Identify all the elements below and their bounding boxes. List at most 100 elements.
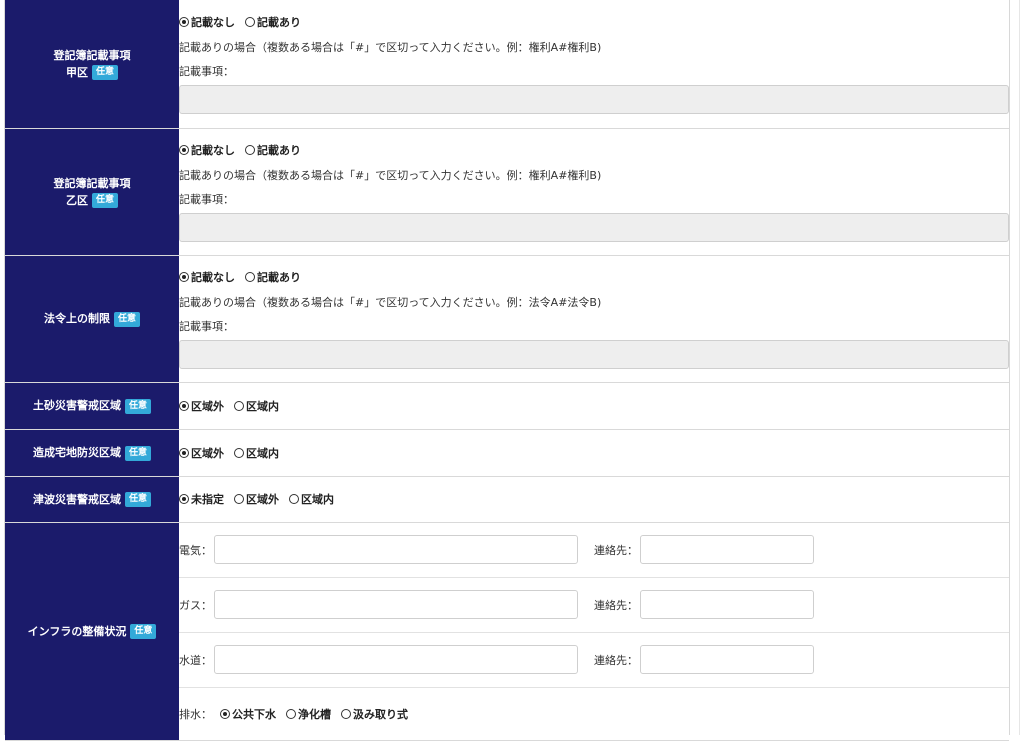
hourei-text-field[interactable]: [179, 339, 1009, 369]
form-frame: 登記簿記載事項 甲区 任意 記載なし 記載あり 記載ありの場合（複数ある場合は「#…: [0, 0, 1024, 741]
content-otsuku: 記載なし 記載あり 記載ありの場合（複数ある場合は「#」で区切って入力ください。…: [179, 128, 1009, 256]
radio-label: 公共下水: [232, 707, 276, 721]
optional-badge: 任意: [124, 492, 151, 507]
scroll-track-line: [1019, 0, 1020, 735]
radio-zousei-in[interactable]: 区域内: [234, 445, 279, 461]
drain-label: 排水：: [179, 707, 212, 721]
radio-label: 記載なし: [191, 15, 235, 29]
label-otsuku-line2: 乙区: [65, 193, 88, 207]
suidou-contact-label: 連絡先：: [594, 653, 638, 667]
label-kouku-line1: 登記簿記載事項: [53, 48, 131, 62]
radio-hourei-nashi[interactable]: 記載なし: [179, 269, 235, 285]
radio-zousei-out[interactable]: 区域外: [179, 445, 224, 461]
note-kouku: 記載ありの場合（複数ある場合は「#」で区切って入力ください。例：権利A#権利B): [179, 40, 602, 54]
label-dosha: 土砂災害警戒区域 任意: [5, 382, 179, 430]
radio-unchecked-icon: [286, 708, 296, 719]
optional-badge: 任意: [130, 624, 157, 639]
optional-badge: 任意: [91, 193, 118, 208]
radio-kouku-ari[interactable]: 記載あり: [245, 14, 301, 30]
radio-checked-icon: [179, 400, 189, 411]
radio-label: 区域外: [246, 493, 279, 506]
kouku-text-field[interactable]: [179, 84, 1009, 114]
radio-group-zousei: 区域外 区域内: [179, 445, 1009, 461]
label-zousei-text: 造成宅地防災区域: [32, 446, 121, 459]
denki-contact-input[interactable]: [640, 535, 814, 564]
radio-dosha-out[interactable]: 区域外: [179, 398, 224, 414]
infra-row-suidou: 水道： 連絡先：: [179, 631, 1009, 687]
denki-contact-label: 連絡先：: [594, 543, 638, 557]
radio-label: 区域内: [246, 399, 279, 413]
radio-label: 記載あり: [257, 270, 301, 284]
optional-badge: 任意: [91, 65, 118, 81]
radio-checked-icon: [179, 144, 189, 155]
content-hourei: 記載なし 記載あり 記載ありの場合（複数ある場合は「#」で区切って入力ください。…: [179, 255, 1009, 383]
radio-label: 記載あり: [257, 143, 301, 157]
gas-contact-input[interactable]: [640, 590, 814, 619]
radio-drain-septic[interactable]: 浄化槽: [286, 706, 331, 722]
radio-group-kouku: 記載なし 記載あり: [179, 14, 1009, 30]
label-tsunami: 津波災害警戒区域 任意: [5, 476, 179, 523]
row-zousei: 造成宅地防災区域 任意 区域外 区域内: [5, 429, 1009, 477]
radio-tsunami-in[interactable]: 区域内: [289, 491, 334, 507]
infra-row-denki: 電気： 連絡先：: [179, 523, 1009, 577]
content-tsunami: 未指定 区域外 区域内: [179, 476, 1009, 523]
field-label-otsuku: 記載事項：: [179, 192, 234, 206]
label-hourei: 法令上の制限 任意: [5, 255, 179, 383]
radio-label: 汲み取り式: [353, 707, 408, 721]
infra-row-gas: ガス： 連絡先：: [179, 576, 1009, 632]
radio-checked-icon: [179, 16, 189, 27]
content-zousei: 区域外 区域内: [179, 429, 1009, 477]
suidou-label: 水道：: [179, 653, 212, 667]
optional-badge: 任意: [124, 398, 151, 414]
row-otsuku: 登記簿記載事項 乙区 任意 記載なし 記載あり 記載ありの場合（複数ある場合は「#…: [5, 128, 1009, 256]
row-dosha: 土砂災害警戒区域 任意 区域外 区域内: [5, 382, 1009, 430]
radio-unchecked-icon: [289, 494, 299, 504]
content-dosha: 区域外 区域内: [179, 382, 1009, 430]
gas-input[interactable]: [214, 590, 578, 619]
radio-drain-pumpout[interactable]: 汲み取り式: [341, 706, 408, 722]
label-infra-text: インフラの整備状況: [27, 624, 127, 638]
label-hourei-text: 法令上の制限: [43, 312, 110, 325]
radio-unchecked-icon: [245, 144, 255, 155]
radio-checked-icon: [179, 447, 189, 458]
gas-contact-label: 連絡先：: [594, 598, 638, 612]
radio-group-tsunami: 未指定 区域外 区域内: [179, 491, 1009, 507]
label-kouku: 登記簿記載事項 甲区 任意: [5, 0, 179, 129]
radio-label: 区域内: [301, 493, 334, 506]
radio-dosha-in[interactable]: 区域内: [234, 398, 279, 414]
note-hourei: 記載ありの場合（複数ある場合は「#」で区切って入力ください。例：法令A#法令B): [179, 295, 602, 309]
radio-group-dosha: 区域外 区域内: [179, 398, 1009, 414]
radio-group-otsuku: 記載なし 記載あり: [179, 142, 1009, 158]
radio-label: 記載なし: [191, 270, 235, 284]
suidou-contact-input[interactable]: [640, 645, 814, 674]
radio-hourei-ari[interactable]: 記載あり: [245, 269, 301, 285]
content-kouku: 記載なし 記載あり 記載ありの場合（複数ある場合は「#」で区切って入力ください。…: [179, 0, 1009, 129]
radio-otsuku-nashi[interactable]: 記載なし: [179, 142, 235, 158]
otsuku-text-field[interactable]: [179, 212, 1009, 242]
infra-row-drain: 排水： 公共下水 浄化槽 汲み取り式: [179, 686, 1009, 740]
field-label-hourei: 記載事項：: [179, 319, 234, 333]
denki-input[interactable]: [214, 535, 578, 564]
radio-tsunami-out[interactable]: 区域外: [234, 491, 279, 507]
radio-unchecked-icon: [245, 16, 255, 27]
radio-drain-public[interactable]: 公共下水: [220, 706, 276, 722]
radio-checked-icon: [220, 708, 230, 719]
radio-label: 浄化槽: [298, 707, 331, 721]
radio-unchecked-icon: [245, 271, 255, 282]
label-infra: インフラの整備状況 任意: [5, 522, 179, 741]
radio-otsuku-ari[interactable]: 記載あり: [245, 142, 301, 158]
row-infra: インフラの整備状況 任意 電気： 連絡先： ガス： 連絡先： 水道： 連絡先： …: [5, 522, 1009, 741]
radio-unchecked-icon: [341, 708, 351, 719]
suidou-input[interactable]: [214, 645, 578, 674]
radio-label: 区域内: [246, 446, 279, 460]
label-otsuku: 登記簿記載事項 乙区 任意: [5, 128, 179, 256]
radio-label: 未指定: [191, 493, 224, 506]
row-hourei: 法令上の制限 任意 記載なし 記載あり 記載ありの場合（複数ある場合は「#」で区切…: [5, 255, 1009, 383]
radio-tsunami-unspecified[interactable]: 未指定: [179, 491, 224, 507]
field-label-kouku: 記載事項：: [179, 64, 234, 78]
radio-kouku-nashi[interactable]: 記載なし: [179, 14, 235, 30]
radio-checked-icon: [179, 271, 189, 282]
radio-checked-icon: [179, 494, 189, 504]
radio-label: 区域外: [191, 399, 224, 413]
content-infra: 電気： 連絡先： ガス： 連絡先： 水道： 連絡先： 排水： 公共下水 浄化槽 …: [179, 522, 1009, 741]
